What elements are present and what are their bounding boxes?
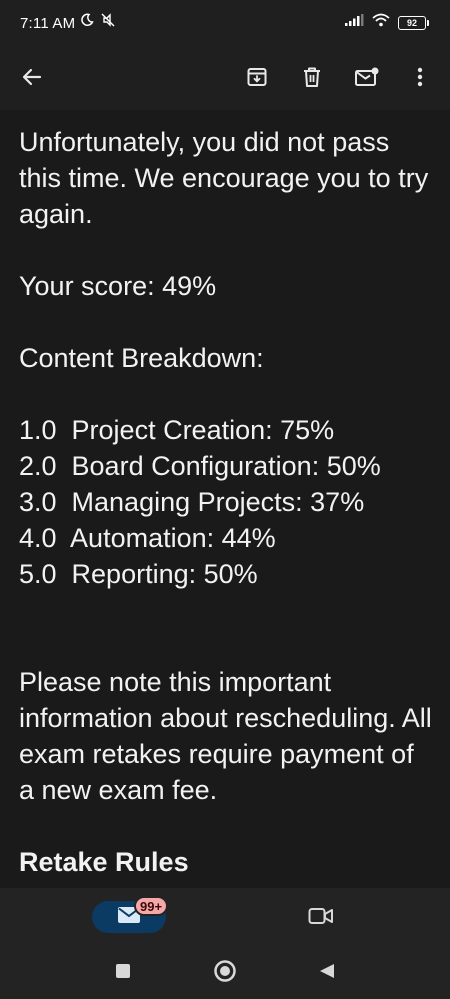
archive-button[interactable] <box>238 60 276 98</box>
status-bar: 7:11 AM 92 <box>0 0 450 48</box>
battery-icon: 92 <box>398 15 429 30</box>
home-icon <box>213 959 237 988</box>
status-icons-left <box>80 12 116 33</box>
bottom-nav: 99+ <box>0 888 450 946</box>
status-time: 7:11 AM <box>20 15 76 32</box>
email-body[interactable]: Unfortunately, you did not pass this tim… <box>0 110 450 888</box>
mute-icon <box>100 12 116 33</box>
delete-icon <box>301 66 323 93</box>
back-icon <box>318 962 336 985</box>
mail-badge: 99+ <box>134 896 169 916</box>
more-options-button[interactable] <box>401 60 439 98</box>
breakdown-title: Content Breakdown: <box>19 343 264 373</box>
email-toolbar <box>0 48 450 110</box>
wifi-icon <box>372 13 390 32</box>
note-text: Please note this important information a… <box>19 667 432 805</box>
intro-text: Unfortunately, you did not pass this tim… <box>19 127 429 229</box>
meet-tab[interactable] <box>306 903 336 933</box>
back-button[interactable] <box>13 60 51 98</box>
retake-heading: Retake Rules <box>19 847 189 877</box>
mark-unread-icon <box>354 66 380 93</box>
email-text: Unfortunately, you did not pass this tim… <box>19 124 434 880</box>
recents-icon <box>115 963 131 984</box>
status-icons-right: 92 <box>344 13 429 32</box>
recents-button[interactable] <box>108 958 138 988</box>
breakdown-item: 2.0 Board Configuration: 50% <box>19 451 381 481</box>
back-arrow-icon <box>21 66 43 93</box>
battery-level: 92 <box>406 17 417 28</box>
archive-icon <box>246 66 268 93</box>
breakdown-item: 5.0 Reporting: 50% <box>19 559 258 589</box>
breakdown-item: 3.0 Managing Projects: 37% <box>19 487 365 517</box>
delete-button[interactable] <box>293 60 331 98</box>
system-nav <box>0 946 450 999</box>
score-text: Your score: 49% <box>19 271 217 301</box>
mark-unread-button[interactable] <box>348 60 386 98</box>
breakdown-item: 1.0 Project Creation: 75% <box>19 415 335 445</box>
more-vert-icon <box>417 66 423 93</box>
moon-icon <box>80 13 94 32</box>
video-icon <box>308 907 334 930</box>
nav-back-button[interactable] <box>312 958 342 988</box>
breakdown-item: 4.0 Automation: 44% <box>19 523 276 553</box>
home-button[interactable] <box>210 958 240 988</box>
breakdown-list: 1.0 Project Creation: 75% 2.0 Board Conf… <box>19 412 434 592</box>
signal-icon <box>344 13 364 32</box>
